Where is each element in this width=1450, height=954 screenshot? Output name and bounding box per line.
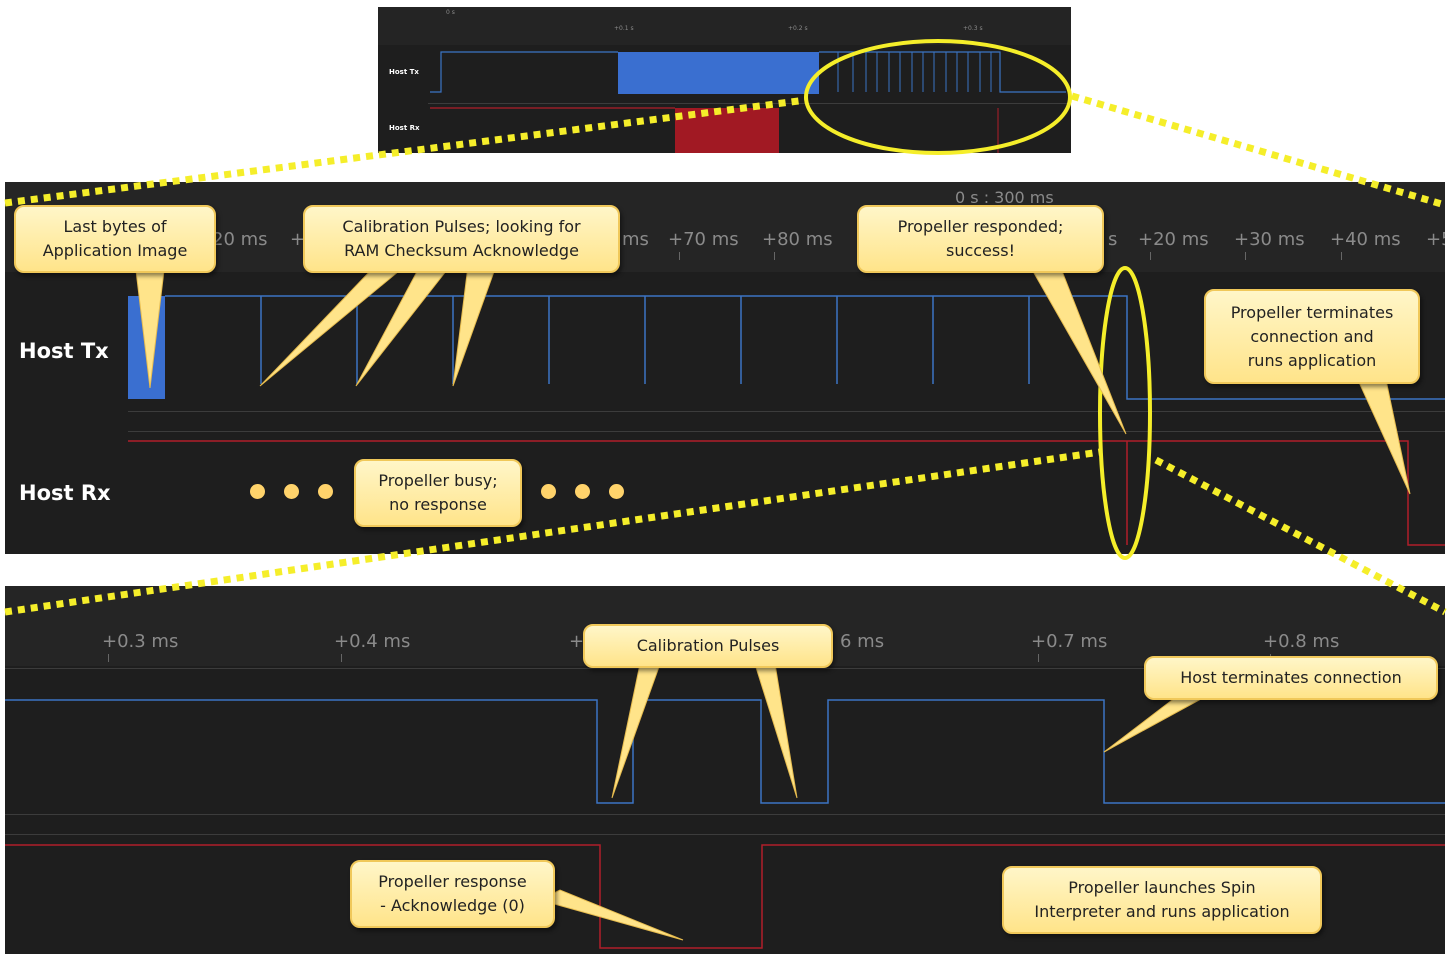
- bottom-tick-mark: [341, 654, 342, 662]
- bottom-tick-mark: [108, 654, 109, 662]
- bottom-tick: +: [569, 631, 585, 652]
- middle-tick-mark: [1341, 252, 1342, 260]
- middle-tick-mark: [1245, 252, 1246, 260]
- ellipsis-dot: [609, 484, 624, 499]
- callout-calibration-pulses-detail: Calibration Pulses: [583, 624, 833, 668]
- ellipsis-dot: [284, 484, 299, 499]
- overview-separator: [428, 103, 1071, 104]
- bottom-tick: +0.4 ms: [334, 631, 411, 652]
- bottom-tick: +0.7 ms: [1031, 631, 1108, 652]
- callout-propeller-launches: Propeller launches Spin Interpreter and …: [1002, 866, 1322, 934]
- ellipsis-dot: [575, 484, 590, 499]
- ellipsis-dot: [318, 484, 333, 499]
- bottom-tick-mark: [1038, 654, 1039, 662]
- overview-tick: +0.3 s: [963, 25, 983, 32]
- callout-propeller-response: Propeller response - Acknowledge (0): [350, 860, 555, 928]
- callout-propeller-responded: Propeller responded; success!: [857, 205, 1104, 273]
- ellipsis-dot: [250, 484, 265, 499]
- callout-text: no response: [389, 495, 487, 514]
- callout-text: Host terminates connection: [1180, 668, 1402, 687]
- callout-text: connection and: [1250, 326, 1374, 346]
- middle-timeline-header: [5, 182, 1445, 272]
- middle-tick-mark: [774, 252, 775, 260]
- overview-channel-label-tx: Host Tx: [389, 68, 419, 76]
- callout-propeller-terminates: Propeller terminates connection and runs…: [1204, 289, 1420, 384]
- callout-text: Application Image: [42, 241, 188, 260]
- middle-tick-mark: [1150, 252, 1151, 260]
- bottom-separator: [5, 834, 1445, 835]
- middle-tick: ms: [622, 229, 649, 250]
- callout-text: Propeller terminates: [1230, 302, 1394, 322]
- middle-tick: s: [1108, 229, 1118, 250]
- callout-text: RAM Checksum Acknowledge: [344, 241, 579, 260]
- middle-tick: +30 ms: [1234, 229, 1305, 250]
- callout-text: Propeller launches Spin: [1068, 878, 1256, 897]
- callout-text: Propeller busy;: [378, 471, 498, 490]
- callout-text: Propeller response: [378, 872, 527, 891]
- middle-tick-mark: [679, 252, 680, 260]
- overview-tick: 0 s: [446, 9, 455, 16]
- overview-tick: +0.2 s: [788, 25, 808, 32]
- overview-panel: 0 s +0.1 s +0.2 s +0.3 s Host Tx Host Rx: [378, 7, 1071, 153]
- ellipsis-dot: [541, 484, 556, 499]
- middle-separator: [128, 431, 1445, 432]
- callout-text: Calibration Pulses; looking for: [342, 217, 581, 236]
- middle-channel-label-tx: Host Tx: [19, 339, 109, 363]
- overview-tick: +0.1 s: [614, 25, 634, 32]
- callout-propeller-busy: Propeller busy; no response: [354, 459, 522, 527]
- middle-tick: +80 ms: [762, 229, 833, 250]
- callout-host-terminates: Host terminates connection: [1144, 656, 1438, 700]
- middle-channel-label-rx: Host Rx: [19, 481, 111, 505]
- middle-separator: [128, 411, 1445, 412]
- middle-tick: +20 ms: [1138, 229, 1209, 250]
- callout-calibration-pulses: Calibration Pulses; looking for RAM Chec…: [303, 205, 620, 273]
- bottom-tick: +0.8 ms: [1263, 631, 1340, 652]
- callout-text: - Acknowledge (0): [380, 896, 525, 915]
- overview-channel-label-rx: Host Rx: [389, 124, 420, 132]
- middle-tick: 20 ms: [212, 229, 268, 250]
- middle-tick: +5: [1426, 229, 1445, 250]
- callout-text: runs application: [1247, 350, 1377, 370]
- callout-text: Calibration Pulses: [636, 636, 780, 655]
- bottom-separator: [5, 814, 1445, 815]
- callout-text: Propeller responded;: [897, 217, 1064, 236]
- callout-text: Interpreter and runs application: [1034, 902, 1290, 921]
- callout-last-bytes: Last bytes of Application Image: [14, 205, 216, 273]
- bottom-tick: 6 ms: [840, 631, 885, 652]
- middle-tick: +70 ms: [668, 229, 739, 250]
- callout-text: Last bytes of: [63, 217, 167, 236]
- bottom-tick: +0.3 ms: [102, 631, 179, 652]
- middle-tick: +40 ms: [1330, 229, 1401, 250]
- callout-text: success!: [945, 241, 1015, 260]
